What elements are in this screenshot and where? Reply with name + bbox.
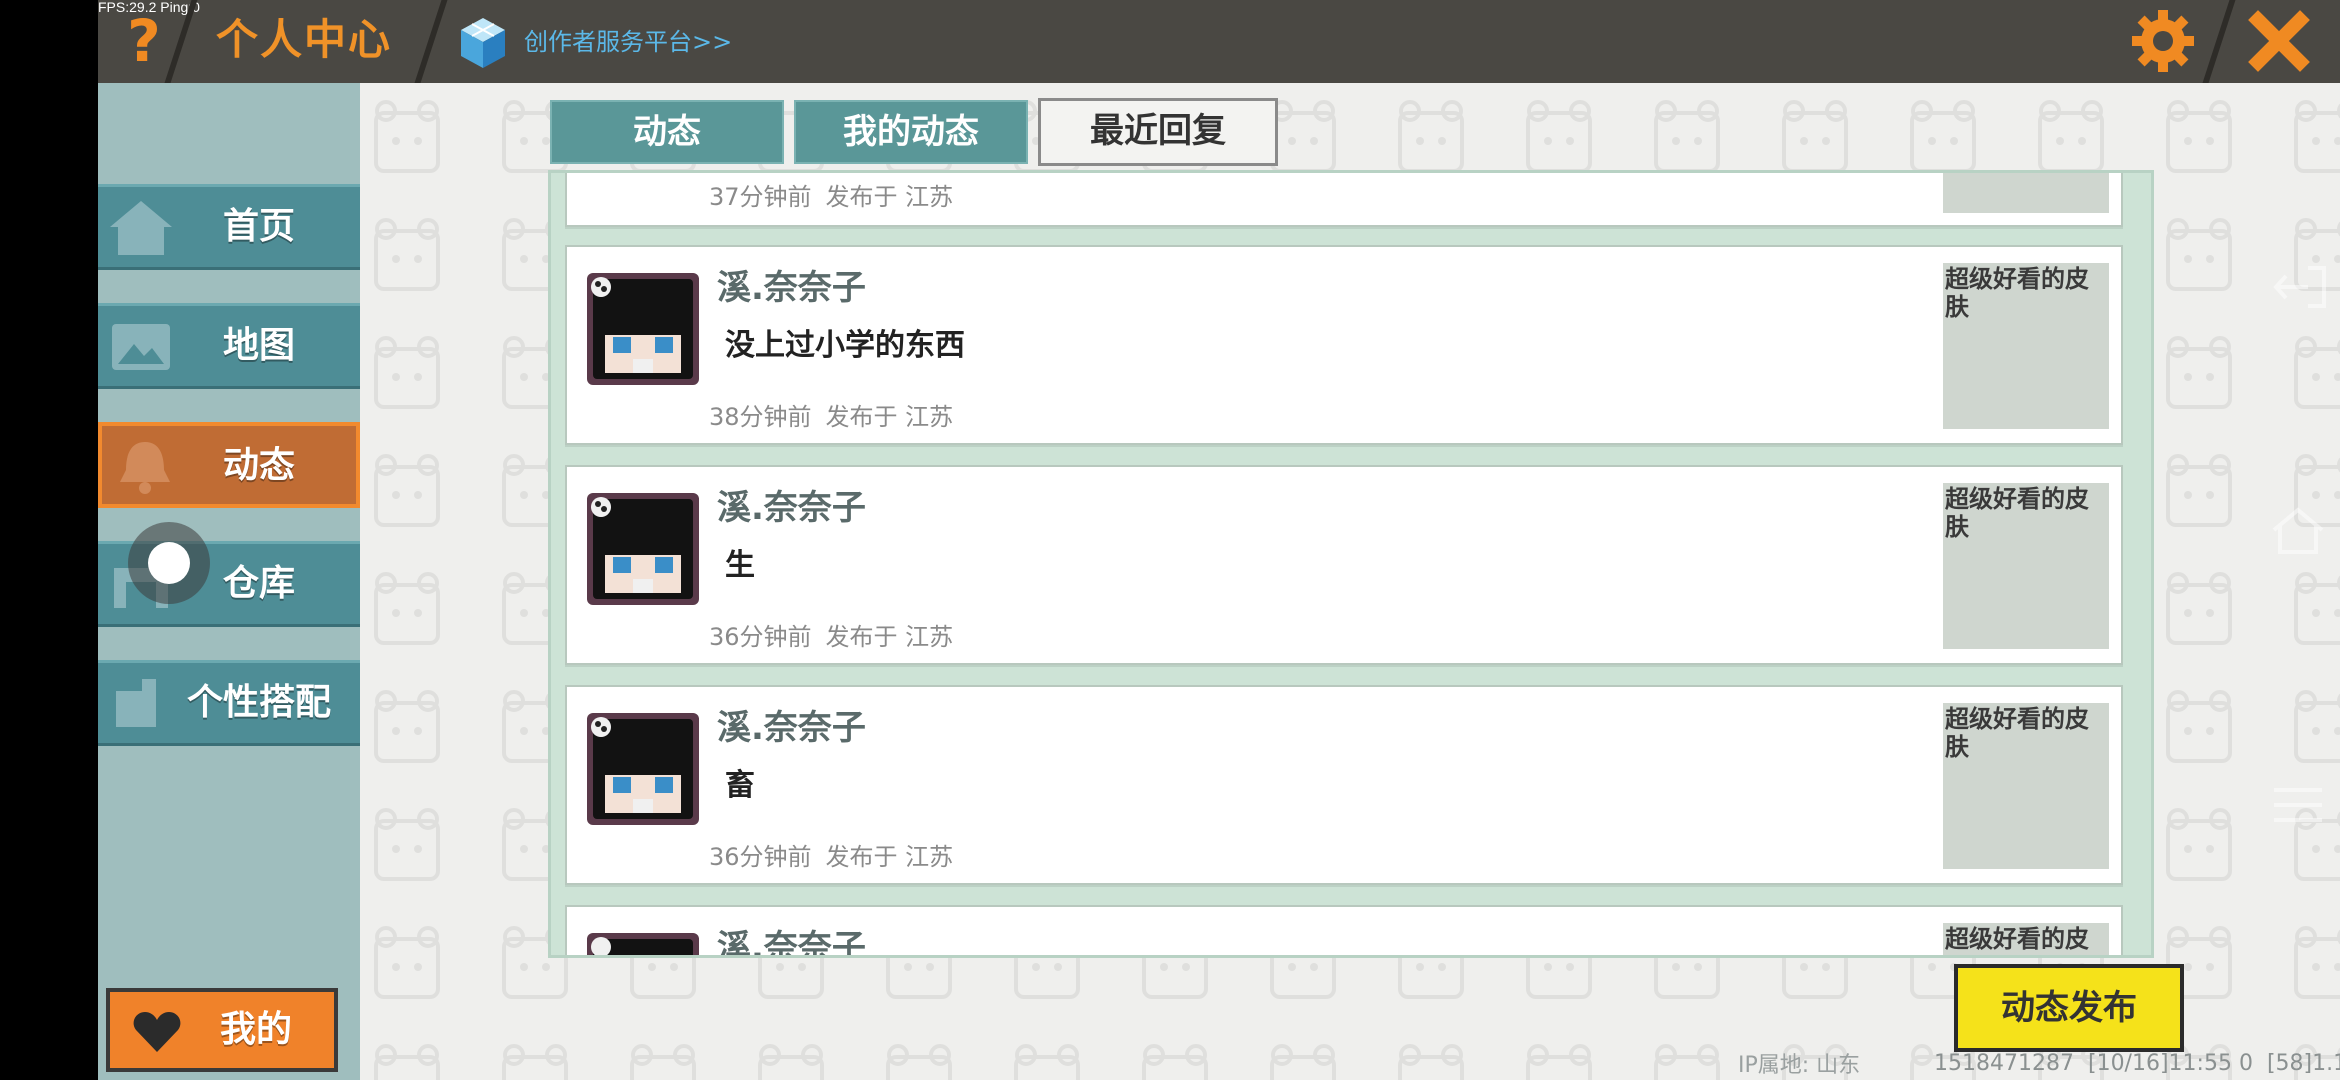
post-location: 发布于 江苏 <box>825 183 954 211</box>
tab-feed[interactable]: 动态 <box>550 100 784 164</box>
page-title: 个人中心 <box>216 15 393 64</box>
feed-list[interactable]: 37分钟前发布于 江苏 溪.奈奈子 没上过小学的东西 38分钟前发布于 江苏 <box>548 170 2154 958</box>
post-time: 38分钟前 <box>709 403 812 431</box>
post-time: 36分钟前 <box>709 623 812 651</box>
post-meta: 38分钟前 发布于 江苏 <box>709 399 953 435</box>
back-icon[interactable] <box>2268 262 2328 312</box>
mine-label: 我的 <box>220 1009 293 1050</box>
user-avatar[interactable] <box>587 493 699 605</box>
post-text: 没上过小学的东西 <box>725 328 965 363</box>
floating-joystick[interactable] <box>128 522 210 604</box>
post-time: 36分钟前 <box>709 843 812 871</box>
sidebar-item-map[interactable]: 地图 <box>98 303 360 389</box>
cube-icon[interactable] <box>458 16 508 70</box>
post-meta: 36分钟前 发布于 江苏 <box>709 839 953 875</box>
post-location: 发布于 江苏 <box>825 623 954 651</box>
post-thumbnail[interactable]: 超级好看的皮 <box>1943 923 2109 955</box>
post-text: 生 <box>725 548 755 583</box>
username[interactable]: 溪.奈奈子 <box>717 265 866 311</box>
username[interactable]: 溪.奈奈子 <box>717 705 866 751</box>
post-thumbnail[interactable]: 超级好看的皮肤 <box>1943 703 2109 869</box>
sidebar-item-outfit[interactable]: 个性搭配 <box>98 660 360 746</box>
sidebar-item-home[interactable]: 首页 <box>98 184 360 270</box>
post-meta: 37分钟前 发布于 江苏 <box>709 179 953 215</box>
username[interactable]: 溪.奈奈子 <box>717 485 866 531</box>
thumbnail-title: 超级好看的皮肤 <box>1945 705 2089 761</box>
close-icon[interactable] <box>2248 10 2310 72</box>
sidebar-item-label: 动态 <box>222 445 295 486</box>
sidebar-item-feed[interactable]: 动态 <box>98 422 360 508</box>
divider <box>2202 0 2236 83</box>
mine-button[interactable]: 我的 <box>106 988 338 1072</box>
publish-post-button[interactable]: 动态发布 <box>1954 964 2184 1052</box>
sidebar-item-label: 首页 <box>222 206 295 247</box>
feed-item[interactable]: 溪.奈奈子 没上过小学的东西 38分钟前 发布于 江苏 超级好看的皮肤 <box>565 245 2123 445</box>
creator-platform-link[interactable]: 创作者服务平台>> <box>524 22 732 62</box>
post-thumbnail[interactable] <box>1943 173 2109 213</box>
help-button[interactable]: ? <box>116 8 172 74</box>
thumbnail-title: 超级好看的皮 <box>1945 925 2089 953</box>
post-location: 发布于 江苏 <box>825 403 954 431</box>
feed-item[interactable]: 溪.奈奈子 畜 36分钟前 发布于 江苏 超级好看的皮肤 <box>565 685 2123 885</box>
tab-my-feed[interactable]: 我的动态 <box>794 100 1028 164</box>
version: [58]1.19.5 <box>2266 1051 2340 1076</box>
post-thumbnail[interactable]: 超级好看的皮肤 <box>1943 483 2109 649</box>
thumbnail-title: 超级好看的皮肤 <box>1945 485 2089 541</box>
app-window: FPS:29.2 Ping:0 ? 个人中心 创作者服务平台>> 首页 地图 动… <box>98 0 2340 1080</box>
sidebar-item-label: 个性搭配 <box>186 682 331 723</box>
footer-info: 1518471287 [10/16]11:55 0 [58]1.19.5 <box>1934 1050 2340 1078</box>
feed-item[interactable]: 溪.奈奈子 超级好看的皮 <box>565 905 2123 958</box>
post-location: 发布于 江苏 <box>825 843 954 871</box>
user-id: 1518471287 <box>1934 1051 2074 1076</box>
tab-recent-replies[interactable]: 最近回复 <box>1038 98 1278 166</box>
user-avatar[interactable] <box>587 713 699 825</box>
heart-icon <box>133 1012 181 1052</box>
joystick-knob[interactable] <box>148 542 190 584</box>
feed-item[interactable]: 37分钟前 发布于 江苏 <box>565 173 2123 227</box>
post-time: 37分钟前 <box>709 183 812 211</box>
username[interactable]: 溪.奈奈子 <box>717 925 866 955</box>
user-avatar[interactable] <box>587 933 699 958</box>
post-thumbnail[interactable]: 超级好看的皮肤 <box>1943 263 2109 429</box>
sidebar-item-label: 地图 <box>222 325 295 366</box>
thumbnail-title: 超级好看的皮肤 <box>1945 265 2089 321</box>
post-text: 畜 <box>725 768 755 803</box>
top-bar: FPS:29.2 Ping:0 ? 个人中心 创作者服务平台>> <box>98 0 2340 83</box>
user-avatar[interactable] <box>587 273 699 385</box>
timestamp: [10/16]11:55 0 <box>2087 1051 2253 1076</box>
home-icon[interactable] <box>2268 506 2328 556</box>
post-meta: 36分钟前 发布于 江苏 <box>709 619 953 655</box>
feed-item[interactable]: 溪.奈奈子 生 36分钟前 发布于 江苏 超级好看的皮肤 <box>565 465 2123 665</box>
menu-icon[interactable] <box>2268 780 2328 830</box>
ip-location: IP属地: 山东 <box>1738 1053 1861 1078</box>
divider <box>414 0 448 83</box>
gear-icon[interactable] <box>2130 8 2196 74</box>
